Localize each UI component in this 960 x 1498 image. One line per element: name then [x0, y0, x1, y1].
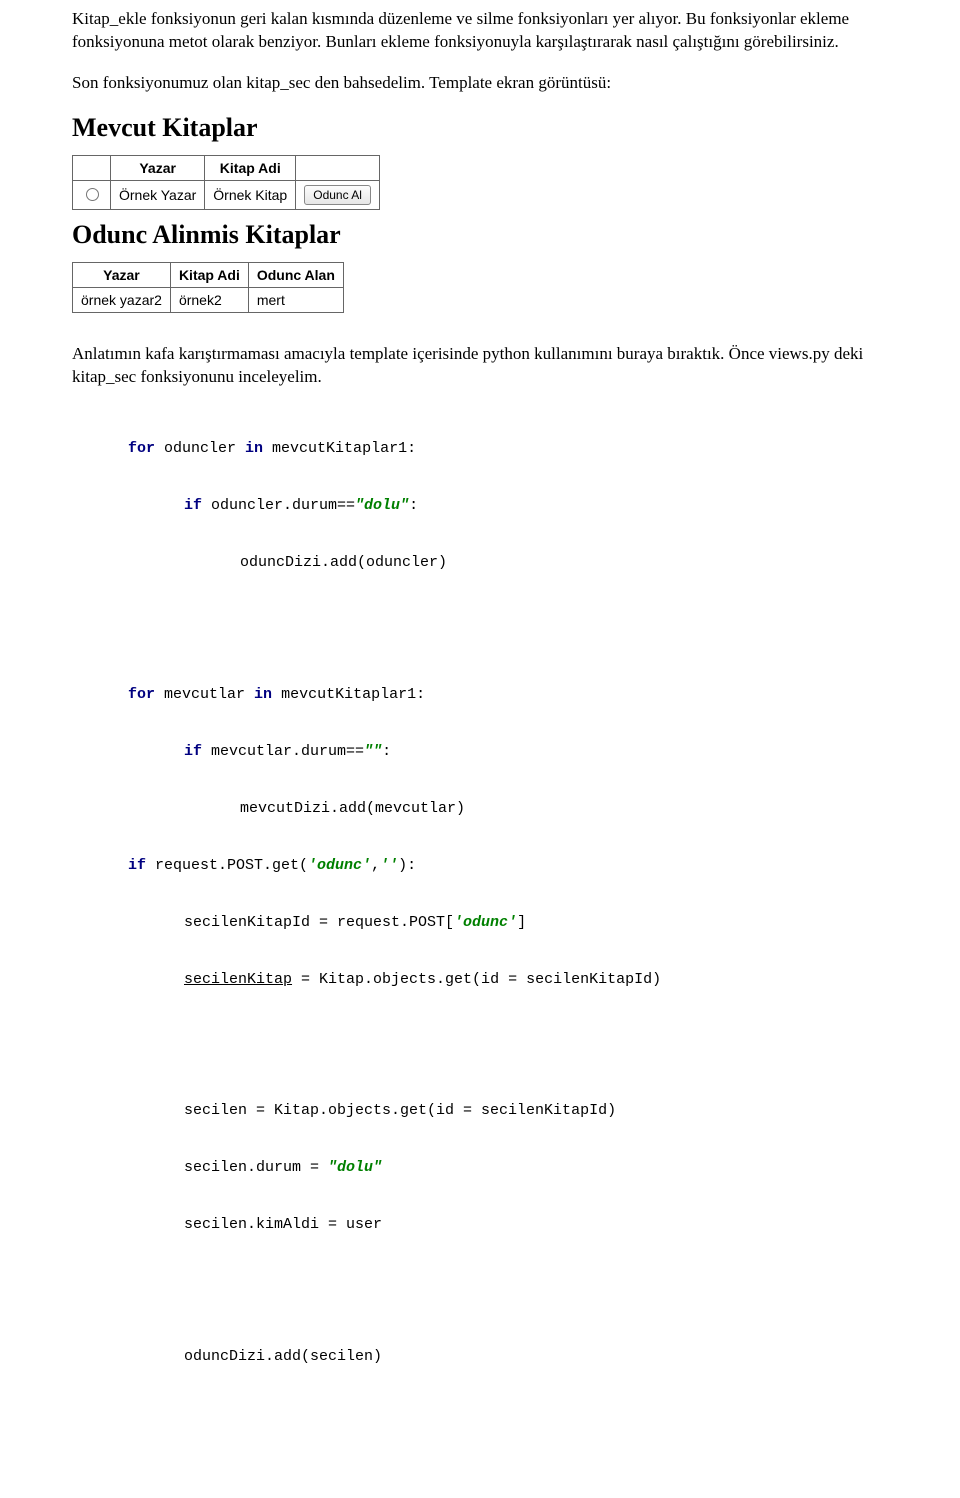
th-radio	[73, 155, 111, 180]
code-block: for oduncler in mevcutKitaplar1: if odun…	[72, 407, 888, 1429]
th-odunc-alan: Odunc Alan	[248, 262, 343, 287]
code-text: mevcutlar.durum==	[202, 743, 364, 760]
kw-for: for	[128, 440, 155, 457]
kw-for: for	[128, 686, 155, 703]
heading-odunc-alinmis: Odunc Alinmis Kitaplar	[72, 220, 888, 250]
th-kitap-adi: Kitap Adi	[170, 262, 248, 287]
template-screenshot: Mevcut Kitaplar Yazar Kitap Adi Örnek Ya…	[72, 113, 888, 313]
table-odunc-alinmis: Yazar Kitap Adi Odunc Alan örnek yazar2 …	[72, 262, 344, 313]
string-literal: "dolu"	[355, 497, 409, 514]
code-text: = Kitap.objects.get(id = secilenKitapId)	[292, 971, 661, 988]
code-text: oduncler.durum==	[202, 497, 355, 514]
radio-select-book[interactable]	[86, 188, 99, 201]
code-text: oduncDizi.add(oduncler)	[240, 554, 447, 571]
code-text: secilenKitapId = request.POST[	[184, 914, 454, 931]
code-text: secilen.durum =	[184, 1159, 328, 1176]
cell-yazar: örnek yazar2	[73, 287, 171, 312]
cell-kitap-adi: örnek2	[170, 287, 248, 312]
table-row: Örnek Yazar Örnek Kitap Odunc Al	[73, 180, 380, 209]
table-mevcut-kitaplar: Yazar Kitap Adi Örnek Yazar Örnek Kitap …	[72, 155, 380, 210]
th-yazar: Yazar	[73, 262, 171, 287]
table-header-row: Yazar Kitap Adi	[73, 155, 380, 180]
code-text: secilen.kimAldi = user	[184, 1216, 382, 1233]
code-text: request.POST.get(	[146, 857, 308, 874]
kw-in: in	[245, 440, 263, 457]
string-literal: "dolu"	[328, 1159, 382, 1176]
cell-yazar: Örnek Yazar	[111, 180, 205, 209]
table-row: örnek yazar2 örnek2 mert	[73, 287, 344, 312]
cell-radio	[73, 180, 111, 209]
odunc-al-button[interactable]: Odunc Al	[304, 185, 371, 205]
code-text: oduncDizi.add(secilen)	[184, 1348, 382, 1365]
cell-action: Odunc Al	[296, 180, 380, 209]
code-text: :	[409, 497, 418, 514]
code-text: ,	[371, 857, 380, 874]
th-kitap-adi: Kitap Adi	[205, 155, 296, 180]
paragraph-3: Anlatımın kafa karıştırmaması amacıyla t…	[72, 343, 888, 389]
string-literal: ""	[364, 743, 382, 760]
kw-in: in	[254, 686, 272, 703]
code-text: oduncler	[155, 440, 245, 457]
string-literal: 'odunc'	[454, 914, 517, 931]
paragraph-1: Kitap_ekle fonksiyonun geri kalan kısmın…	[72, 8, 888, 54]
code-text: mevcutDizi.add(mevcutlar)	[240, 800, 465, 817]
code-text: secilen = Kitap.objects.get(id = secilen…	[184, 1102, 616, 1119]
code-text: ]	[517, 914, 526, 931]
string-literal: 'odunc'	[308, 857, 371, 874]
kw-if: if	[184, 497, 202, 514]
code-text: mevcutKitaplar1:	[272, 686, 425, 703]
heading-mevcut-kitaplar: Mevcut Kitaplar	[72, 113, 888, 143]
string-literal: ''	[380, 857, 398, 874]
kw-if: if	[184, 743, 202, 760]
code-text: mevcutKitaplar1:	[263, 440, 416, 457]
code-text: :	[382, 743, 391, 760]
table-header-row: Yazar Kitap Adi Odunc Alan	[73, 262, 344, 287]
paragraph-2: Son fonksiyonumuz olan kitap_sec den bah…	[72, 72, 888, 95]
code-text-underlined: secilenKitap	[184, 971, 292, 988]
th-action	[296, 155, 380, 180]
cell-kitap-adi: Örnek Kitap	[205, 180, 296, 209]
cell-odunc-alan: mert	[248, 287, 343, 312]
code-text: ):	[398, 857, 416, 874]
th-yazar: Yazar	[111, 155, 205, 180]
code-text: mevcutlar	[155, 686, 254, 703]
kw-if: if	[128, 857, 146, 874]
